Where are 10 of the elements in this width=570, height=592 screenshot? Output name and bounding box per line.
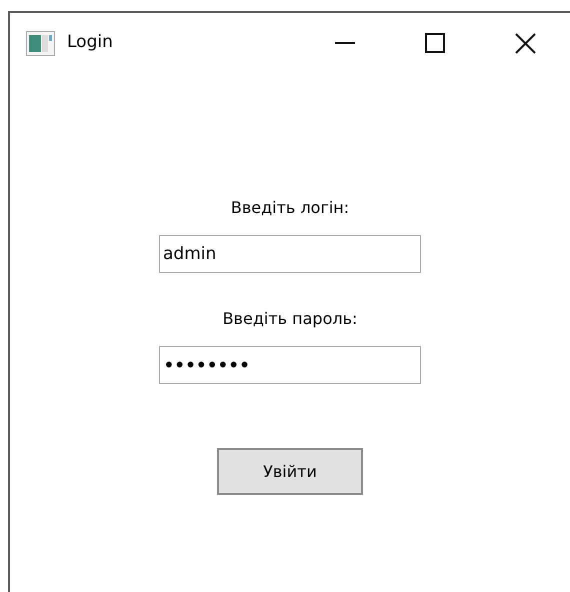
login-field[interactable]: admin (159, 235, 421, 273)
window-title: Login (67, 31, 113, 54)
minimize-icon (335, 42, 355, 44)
field-label: Введіть пароль: (222, 308, 358, 330)
field-label: Введіть логін: (230, 197, 350, 219)
maximize-icon (425, 33, 445, 53)
app-window-icon (26, 30, 55, 56)
close-icon (514, 32, 536, 54)
password-field[interactable]: •••••••• (159, 346, 421, 384)
login-button[interactable]: Увійти (217, 448, 363, 495)
